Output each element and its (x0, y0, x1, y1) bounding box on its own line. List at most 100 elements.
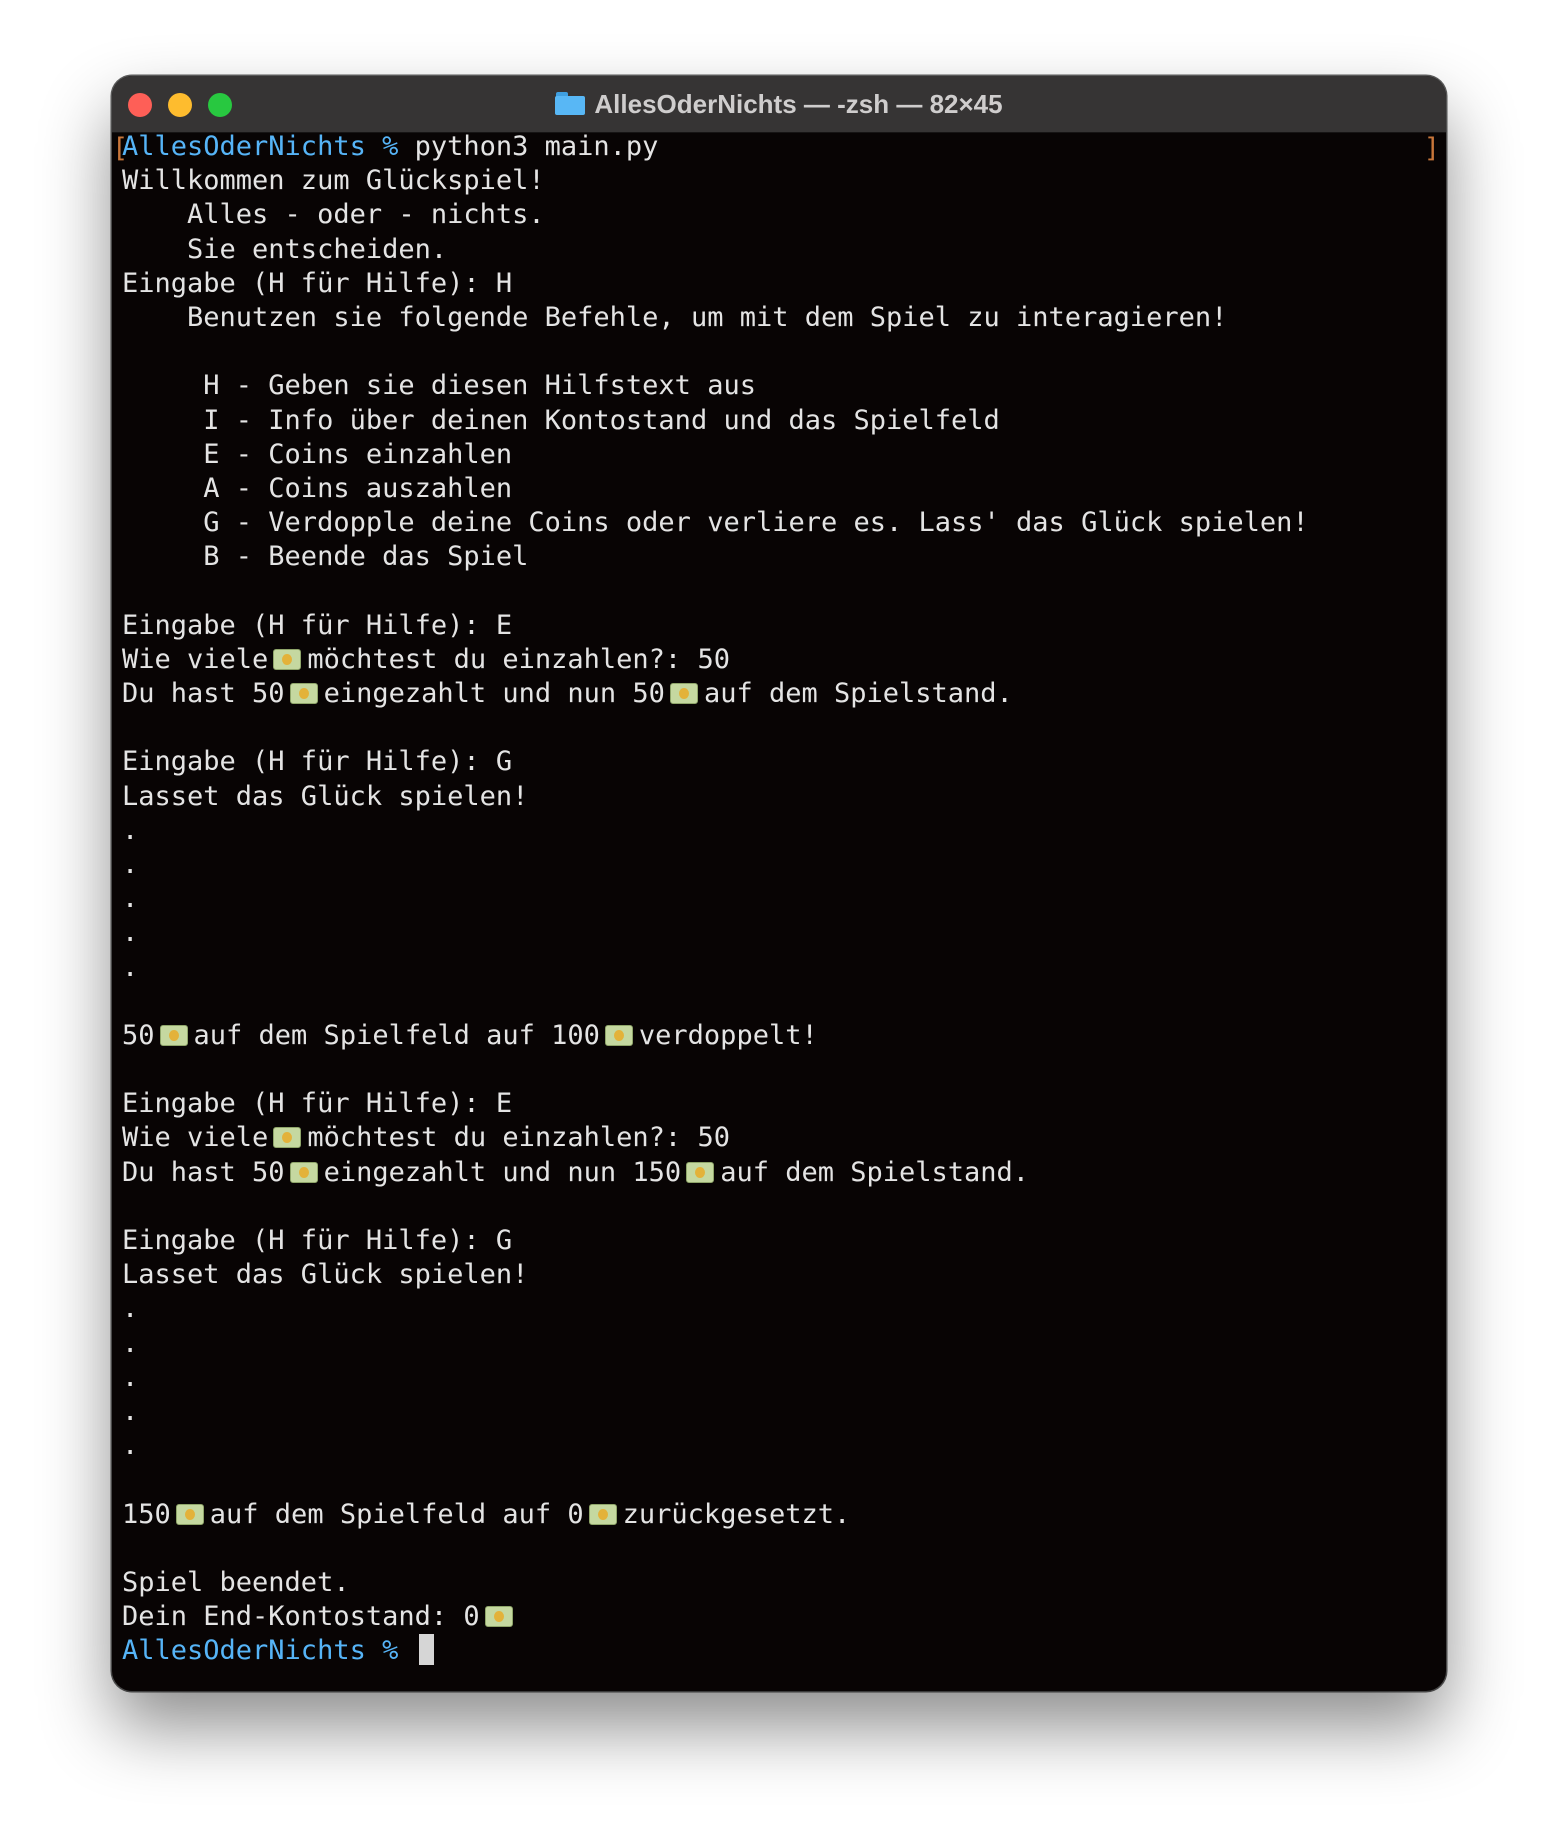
terminal-text: . (122, 1327, 139, 1359)
terminal-line: B - Beende das Spiel (122, 540, 1436, 574)
money-bill-emoji-icon (159, 1024, 188, 1046)
terminal-text: möchtest du einzahlen?: 50 (307, 1122, 730, 1154)
terminal-text: Spiel beendet. (122, 1566, 350, 1598)
money-bill-emoji-icon (289, 1161, 318, 1183)
terminal-line: . (122, 1429, 1436, 1463)
terminal-text: Eingabe (H für Hilfe): G (122, 1225, 513, 1256)
terminal-window: AllesOderNichts — -zsh — 82×45 [ ] Alles… (112, 76, 1446, 1691)
terminal-line: . (122, 1327, 1436, 1361)
terminal-text: Benutzen sie folgende Befehle, um mit de… (122, 301, 1228, 333)
terminal-line: Eingabe (H für Hilfe): G (122, 745, 1436, 779)
terminal-text: Wie viele (122, 1122, 269, 1154)
terminal-text: Sie entscheiden. (122, 233, 448, 265)
money-bill-emoji-icon (588, 1503, 617, 1525)
terminal-text: G - Verdopple deine Coins oder verliere … (122, 507, 1309, 539)
terminal-text: Dein End-Kontostand: 0 (122, 1601, 480, 1633)
terminal-text: H - Geben sie diesen Hilfstext aus (122, 370, 756, 402)
terminal-text: A - Coins auszahlen (122, 472, 513, 504)
terminal-text: verdoppelt! (638, 1019, 818, 1051)
terminal-line: . (122, 882, 1436, 916)
money-bill-emoji-icon (484, 1606, 513, 1628)
terminal-text: Wie viele (122, 643, 269, 675)
terminal-line: Spiel beendet. (122, 1566, 1436, 1600)
terminal-text: . (122, 814, 139, 846)
terminal-line: . (122, 1395, 1436, 1429)
terminal-line: . (122, 951, 1436, 985)
terminal-text: . (122, 1361, 139, 1393)
terminal-line: AllesOderNichts % (122, 1634, 1436, 1668)
terminal-text: Eingabe (H für Hilfe): G (122, 746, 513, 778)
terminal-line: . (122, 916, 1436, 950)
terminal-text: eingezahlt und nun 150 (323, 1156, 682, 1188)
terminal-text: . (122, 883, 139, 915)
terminal-line: 50 auf dem Spielfeld auf 100 verdoppelt! (122, 1019, 1436, 1053)
terminal-text: I - Info über deinen Kontostand und das … (122, 404, 1000, 436)
terminal-text: Willkommen zum Glückspiel! (122, 165, 545, 197)
money-bill-emoji-icon (175, 1503, 204, 1525)
shell-prompt: AllesOderNichts % (122, 131, 399, 162)
terminal-text: zurückgesetzt. (622, 1498, 851, 1530)
terminal-text: Eingabe (H für Hilfe): H (122, 267, 513, 299)
terminal-line: Du hast 50 eingezahlt und nun 150 auf dem … (122, 1156, 1436, 1190)
money-bill-emoji-icon (289, 683, 318, 704)
terminal-text: . (122, 1430, 139, 1462)
terminal-output[interactable]: AllesOderNichts % python3 main.py Willkom… (122, 130, 1436, 1691)
terminal-text: Lasset das Glück spielen! (122, 780, 529, 812)
terminal-text: 50 (122, 1019, 155, 1051)
terminal-line: Wie viele möchtest du einzahlen?: 50 (122, 643, 1436, 677)
terminal-text: Eingabe (H für Hilfe): E (122, 1088, 513, 1120)
money-bill-emoji-icon (604, 1024, 633, 1046)
terminal-line: . (122, 1361, 1436, 1395)
window-title: AllesOderNichts — -zsh — 82×45 (594, 88, 1003, 119)
terminal-line: . (122, 1292, 1436, 1326)
terminal-text: möchtest du einzahlen?: 50 (307, 643, 730, 675)
terminal-line: Eingabe (H für Hilfe): G (122, 1224, 1436, 1258)
terminal-text: B - Beende das Spiel (122, 541, 529, 573)
terminal-text: Alles - oder - nichts. (122, 199, 545, 231)
terminal-line: Eingabe (H für Hilfe): H (122, 267, 1436, 301)
terminal-line: Du hast 50 eingezahlt und nun 50 auf dem S… (122, 677, 1436, 711)
terminal-cursor (418, 1634, 434, 1666)
terminal-text: auf dem Spielstand. (703, 678, 1013, 709)
terminal-line: Sie entscheiden. (122, 233, 1436, 267)
terminal-line: 150 auf dem Spielfeld auf 0 zurückgesetzt. (122, 1498, 1436, 1532)
terminal-text: auf dem Spielfeld auf 100 (193, 1019, 600, 1051)
terminal-line: Benutzen sie folgende Befehle, um mit de… (122, 301, 1436, 335)
shell-prompt: AllesOderNichts % (122, 1635, 399, 1667)
terminal-text: . (122, 951, 139, 983)
terminal-line: Dein End-Kontostand: 0 (122, 1600, 1436, 1634)
terminal-text: 150 (122, 1498, 171, 1530)
title-bar[interactable]: AllesOderNichts — -zsh — 82×45 (112, 76, 1446, 133)
terminal-text: Du hast 50 (122, 678, 285, 709)
terminal-line: Alles - oder - nichts. (122, 198, 1436, 232)
terminal-line: I - Info über deinen Kontostand und das … (122, 404, 1436, 438)
terminal-text: python3 main.py (398, 131, 659, 162)
folder-icon (555, 91, 586, 115)
terminal-text: E - Coins einzahlen (122, 438, 513, 470)
terminal-line: Eingabe (H für Hilfe): E (122, 609, 1436, 643)
terminal-line: Lasset das Glück spielen! (122, 780, 1436, 814)
terminal-line: E - Coins einzahlen (122, 438, 1436, 472)
terminal-line: . (122, 814, 1436, 848)
money-bill-emoji-icon (686, 1161, 715, 1183)
terminal-text: . (122, 848, 139, 880)
money-bill-emoji-icon (273, 648, 302, 670)
terminal-line: Willkommen zum Glückspiel! (122, 164, 1436, 198)
terminal-text: Lasset das Glück spielen! (122, 1259, 529, 1291)
terminal-text: auf dem Spielstand. (720, 1156, 1030, 1188)
terminal-text: . (122, 1395, 139, 1427)
terminal-text: . (122, 1293, 139, 1325)
terminal-line: Eingabe (H für Hilfe): E (122, 1087, 1436, 1121)
terminal-line: Wie viele möchtest du einzahlen?: 50 (122, 1121, 1436, 1155)
terminal-text: Du hast 50 (122, 1156, 285, 1188)
terminal-line: . (122, 848, 1436, 882)
terminal-text: . (122, 917, 139, 949)
